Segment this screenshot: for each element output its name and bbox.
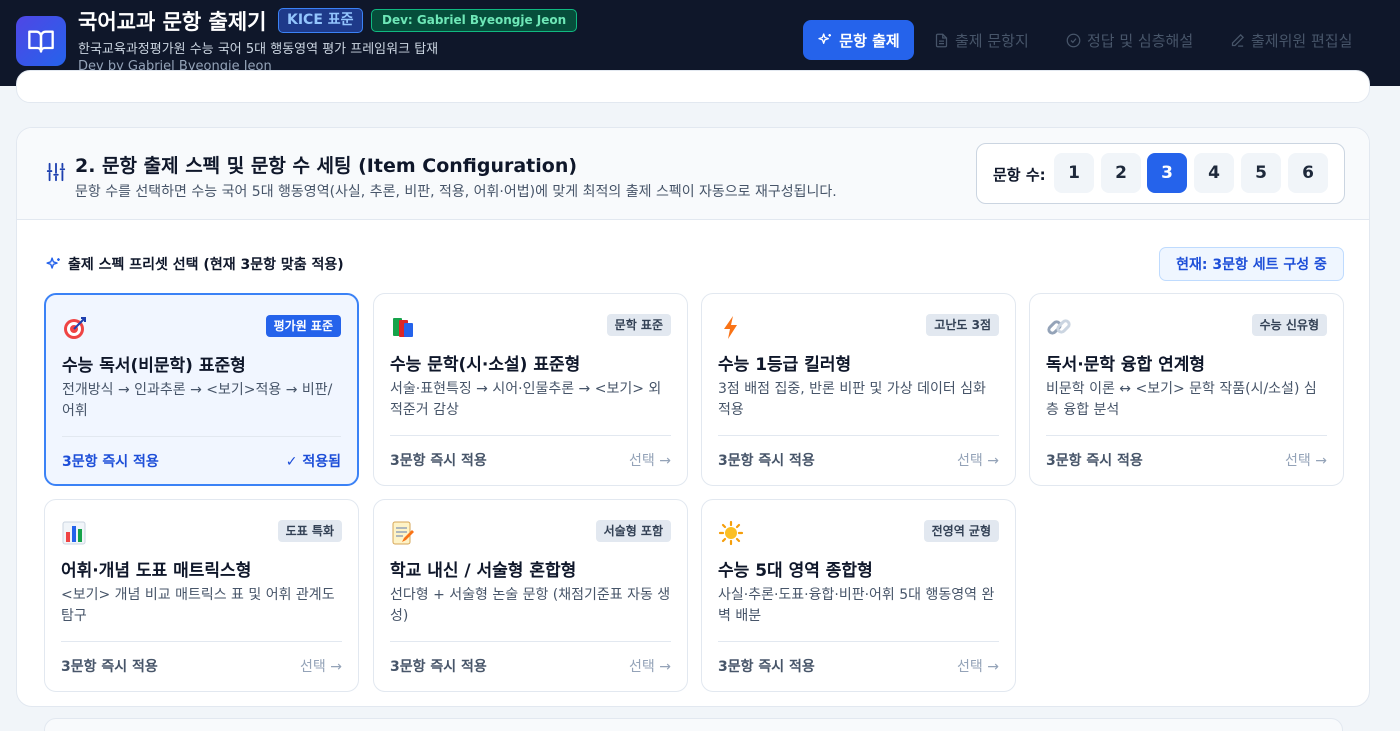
nav-generate-label: 문항 출제 (839, 31, 900, 50)
target-icon (64, 317, 86, 339)
count-button-1[interactable]: 1 (1054, 153, 1094, 193)
count-button-4[interactable]: 4 (1194, 153, 1234, 193)
preset-title: 어휘·개념 도표 매트릭스형 (61, 561, 252, 581)
preset-apply-text: 3문항 즉시 적용 (61, 659, 158, 675)
divider (718, 641, 999, 642)
item-configuration-card: 2. 문항 출제 스펙 및 문항 수 세팅 (Item Configuratio… (16, 127, 1370, 707)
divider (61, 641, 342, 642)
preset-apply-text: 3문항 즉시 적용 (1046, 453, 1143, 469)
preset-tag: 고난도 3점 (926, 314, 999, 336)
preset-card-fusion[interactable]: 수능 신유형 독서·문학 융합 연계형 비문학 이론 ↔ <보기> 문학 작품(… (1029, 293, 1344, 486)
dev-badge: Dev: Gabriel Byeongje Jeon (371, 9, 578, 32)
preset-title: 독서·문학 융합 연계형 (1046, 355, 1206, 375)
sun-icon (718, 520, 744, 546)
preset-tag: 평가원 표준 (265, 315, 341, 337)
nav-item-answers[interactable]: 정답 및 심층해설 (1066, 30, 1193, 51)
preset-apply-text: 3문항 즉시 적용 (62, 454, 159, 470)
item-count-label: 문항 수: (993, 166, 1046, 184)
preset-heading-label: 출제 스펙 프리셋 선택 (현재 3문항 맞춤 적용) (68, 257, 344, 273)
divider (390, 435, 671, 436)
preset-description: 서술·표현특징 → 시어·인물추론 → <보기> 외적준거 감상 (390, 381, 662, 418)
lightning-icon (724, 316, 737, 339)
nav-item-label: 정답 및 심층해설 (1087, 32, 1194, 50)
preset-title: 학교 내신 / 서술형 혼합형 (390, 561, 577, 581)
preset-description: 비문학 이론 ↔ <보기> 문학 작품(시/소설) 심층 융합 분석 (1046, 381, 1317, 418)
count-button-5[interactable]: 5 (1241, 153, 1281, 193)
preset-heading: 출제 스펙 프리셋 선택 (현재 3문항 맞춤 적용) (45, 254, 344, 274)
preset-tag: 수능 신유형 (1251, 314, 1327, 336)
check-circle-icon (1066, 33, 1081, 48)
preset-description: 전개방식 → 인과추론 → <보기>적용 → 비판/어휘 (62, 382, 333, 419)
preset-select-link[interactable]: 선택 → (957, 450, 999, 470)
preset-apply-text: 3문항 즉시 적용 (390, 659, 487, 675)
section-header: 2. 문항 출제 스펙 및 문항 수 세팅 (Item Configuratio… (17, 128, 1369, 220)
count-button-3[interactable]: 3 (1147, 153, 1187, 193)
nav-item-label: 출제위원 편집실 (1251, 32, 1353, 50)
preset-card-comprehensive[interactable]: 전영역 균형 수능 5대 영역 종합형 사실·추론·도표·융합·비판·어휘 5대… (701, 499, 1016, 692)
preset-card-killer[interactable]: 고난도 3점 수능 1등급 킬러형 3점 배점 집중, 반론 비판 및 가상 데… (701, 293, 1016, 486)
next-section-card (44, 718, 1343, 731)
previous-section-card (16, 70, 1370, 103)
preset-description: 사실·추론·도표·융합·비판·어휘 5대 행동영역 완벽 배분 (718, 587, 995, 624)
preset-description: 3점 배점 집중, 반론 비판 및 가상 데이터 심화 적용 (718, 381, 986, 418)
preset-card-reading-standard[interactable]: 평가원 표준 수능 독서(비문학) 표준형 전개방식 → 인과추론 → <보기>… (44, 293, 359, 486)
divider (390, 641, 671, 642)
preset-title: 수능 독서(비문학) 표준형 (62, 356, 246, 376)
nav-generate-button[interactable]: 문항 출제 (803, 20, 914, 60)
memo-icon (392, 521, 414, 545)
preset-tag: 전영역 균형 (923, 520, 999, 542)
sliders-icon (46, 162, 66, 182)
link-icon (1047, 319, 1071, 335)
preset-select-link[interactable]: 선택 → (300, 656, 342, 676)
sparkles-icon (818, 33, 832, 44)
preset-tag: 도표 특화 (277, 520, 342, 542)
current-status-pill: 현재: 3문항 세트 구성 중 (1159, 247, 1344, 281)
divider (62, 436, 341, 437)
preset-select-link[interactable]: 선택 → (1285, 450, 1327, 470)
preset-applied-indicator: ✓ 적용됨 (285, 454, 341, 470)
preset-tag: 서술형 포함 (595, 520, 671, 542)
document-icon (935, 33, 948, 48)
preset-apply-text: 3문항 즉시 적용 (390, 453, 487, 469)
pencil-icon (1231, 33, 1245, 47)
count-button-6[interactable]: 6 (1288, 153, 1328, 193)
preset-title: 수능 문학(시·소설) 표준형 (390, 355, 581, 375)
divider (718, 435, 999, 436)
bar-chart-icon (62, 521, 86, 545)
app-subtitle: 한국교육과정평가원 수능 국어 5대 행동영역 평가 프레임워크 탑재 (78, 42, 439, 57)
nav-item-question-sheet[interactable]: 출제 문항지 (934, 30, 1029, 51)
section-description: 문항 수를 선택하면 수능 국어 5대 행동영역(사실, 추론, 비판, 적용,… (75, 184, 837, 200)
preset-select-link[interactable]: 선택 → (629, 450, 671, 470)
item-count-selector: 문항 수: 1 2 3 4 5 6 (976, 143, 1345, 204)
sparkles-icon (46, 256, 60, 269)
preset-tag: 문학 표준 (606, 314, 671, 336)
nav-item-editor[interactable]: 출제위원 편집실 (1230, 30, 1352, 51)
preset-card-literature-standard[interactable]: 문학 표준 수능 문학(시·소설) 표준형 서술·표현특징 → 시어·인물추론 … (373, 293, 688, 486)
preset-select-link[interactable]: 선택 → (629, 656, 671, 676)
book-open-icon (16, 16, 66, 66)
divider (1046, 435, 1327, 436)
books-icon (393, 318, 413, 337)
preset-card-matrix[interactable]: 도표 특화 어휘·개념 도표 매트릭스형 <보기> 개념 비교 매트릭스 표 및… (44, 499, 359, 692)
section-title: 2. 문항 출제 스펙 및 문항 수 세팅 (Item Configuratio… (75, 155, 578, 177)
preset-select-link[interactable]: 선택 → (957, 656, 999, 676)
preset-card-essay[interactable]: 서술형 포함 학교 내신 / 서술형 혼합형 선다형 + 서술형 논술 문항 (… (373, 499, 688, 692)
count-button-2[interactable]: 2 (1101, 153, 1141, 193)
preset-description: <보기> 개념 비교 매트릭스 표 및 어휘 관계도 탐구 (61, 587, 335, 624)
preset-description: 선다형 + 서술형 논술 문항 (채점기준표 자동 생성) (390, 587, 671, 624)
preset-title: 수능 5대 영역 종합형 (718, 561, 873, 581)
preset-apply-text: 3문항 즉시 적용 (718, 659, 815, 675)
app-title: 국어교과 문항 출제기 (78, 10, 267, 34)
preset-apply-text: 3문항 즉시 적용 (718, 453, 815, 469)
kice-badge: KICE 표준 (278, 8, 363, 33)
preset-title: 수능 1등급 킬러형 (718, 355, 852, 375)
nav-item-label: 출제 문항지 (955, 32, 1029, 50)
